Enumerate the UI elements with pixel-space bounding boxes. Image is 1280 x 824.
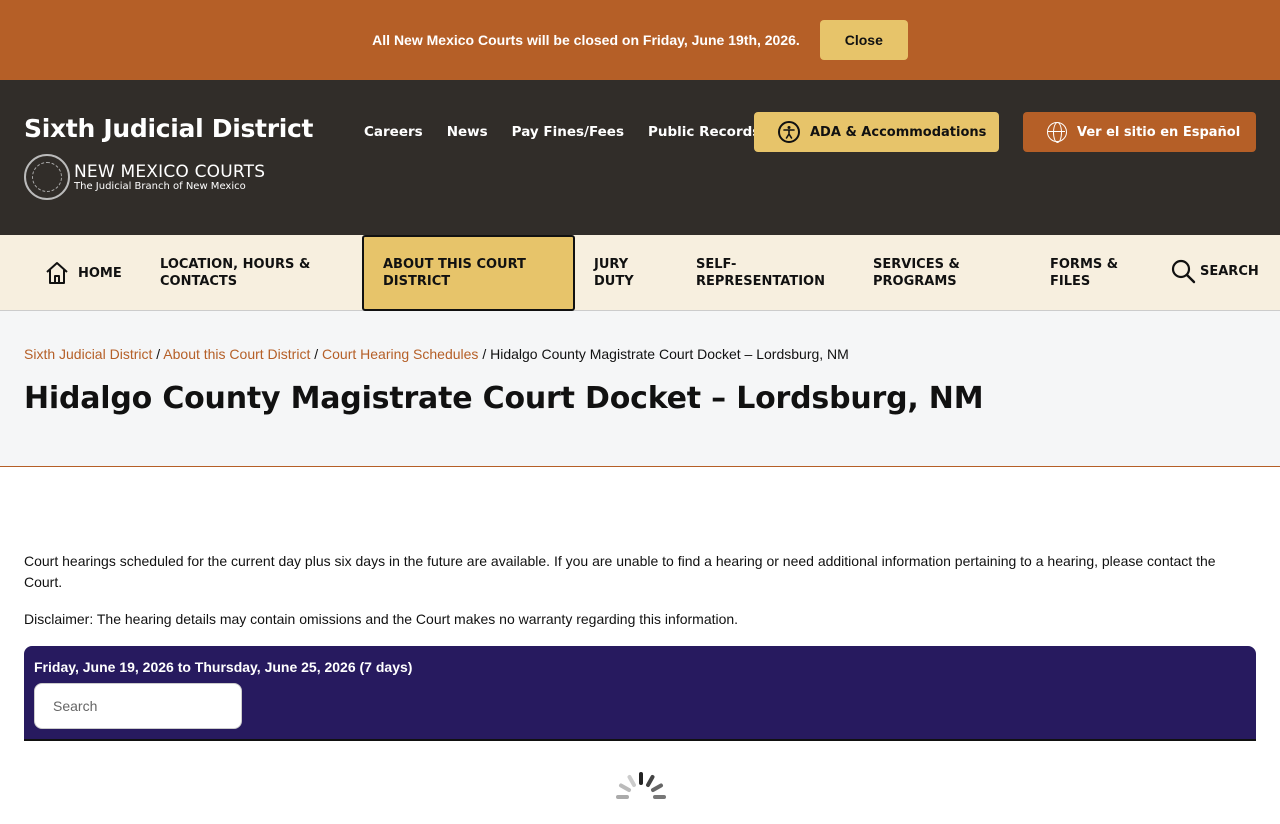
utility-nav: Careers News Pay Fines/Fees Public Recor… [364,124,760,140]
page-header: Sixth Judicial District / About this Cou… [0,311,1280,467]
breadcrumb-separator: / [152,346,164,362]
home-icon [46,262,68,284]
search-icon [1171,259,1196,284]
intro-paragraph: Court hearings scheduled for the current… [24,553,1216,590]
ada-label: ADA & Accommodations [810,124,987,140]
nav-jury[interactable]: JURY DUTY [594,235,654,311]
breadcrumb-hearing-schedules[interactable]: Court Hearing Schedules [322,346,478,362]
globe-icon [1047,122,1067,143]
main-nav: HOME LOCATION, HOURS & CONTACTS ABOUT TH… [0,235,1280,311]
brand-name: NEW MEXICO COURTS [74,161,266,182]
accessibility-icon [778,121,800,143]
breadcrumb-current: Hidalgo County Magistrate Court Docket –… [490,346,849,362]
nav-services[interactable]: SERVICES & PROGRAMS [873,235,993,311]
public-records-link[interactable]: Public Records [648,124,760,140]
spanish-site-button[interactable]: Ver el sitio en Español [1023,112,1256,152]
docket-panel: Friday, June 19, 2026 to Thursday, June … [24,646,1256,741]
closure-alert-bar: All New Mexico Courts will be closed on … [0,0,1280,80]
news-link[interactable]: News [447,124,488,140]
nav-forms[interactable]: FORMS & FILES [1050,235,1140,311]
court-seal-icon [24,154,70,200]
breadcrumb-sixth-district[interactable]: Sixth Judicial District [24,346,152,362]
breadcrumb-separator: / [478,346,491,362]
disclaimer-paragraph: Disclaimer: The hearing details may cont… [24,611,739,627]
docket-date-range: Friday, June 19, 2026 to Thursday, June … [34,659,413,675]
brand-tagline: The Judicial Branch of New Mexico [74,180,246,192]
loading-spinner-icon [616,772,666,799]
docket-search-input[interactable] [34,683,242,729]
breadcrumb-separator: / [310,346,323,362]
nav-home[interactable]: HOME [44,235,122,311]
spanish-label: Ver el sitio en Español [1077,124,1241,140]
site-title[interactable]: Sixth Judicial District [24,114,313,143]
pay-fines-link[interactable]: Pay Fines/Fees [512,124,624,140]
site-header: Sixth Judicial District NEW MEXICO COURT… [0,80,1280,235]
page-title: Hidalgo County Magistrate Court Docket –… [24,381,984,416]
nav-search[interactable]: SEARCH [1170,233,1259,309]
breadcrumb: Sixth Judicial District / About this Cou… [24,346,849,362]
nav-home-label: HOME [78,265,122,281]
nav-self-representation[interactable]: SELF-REPRESENTATION [696,235,846,311]
ada-accommodations-button[interactable]: ADA & Accommodations [754,112,999,152]
careers-link[interactable]: Careers [364,124,423,140]
breadcrumb-about[interactable]: About this Court District [163,346,310,362]
alert-close-button[interactable]: Close [819,20,908,60]
nav-search-label: SEARCH [1200,263,1259,279]
nav-about[interactable]: ABOUT THIS COURT DISTRICT [362,235,575,311]
nav-location[interactable]: LOCATION, HOURS & CONTACTS [160,235,330,311]
alert-message: All New Mexico Courts will be closed on … [372,32,800,48]
nm-courts-logo[interactable]: NEW MEXICO COURTS The Judicial Branch of… [24,154,265,200]
